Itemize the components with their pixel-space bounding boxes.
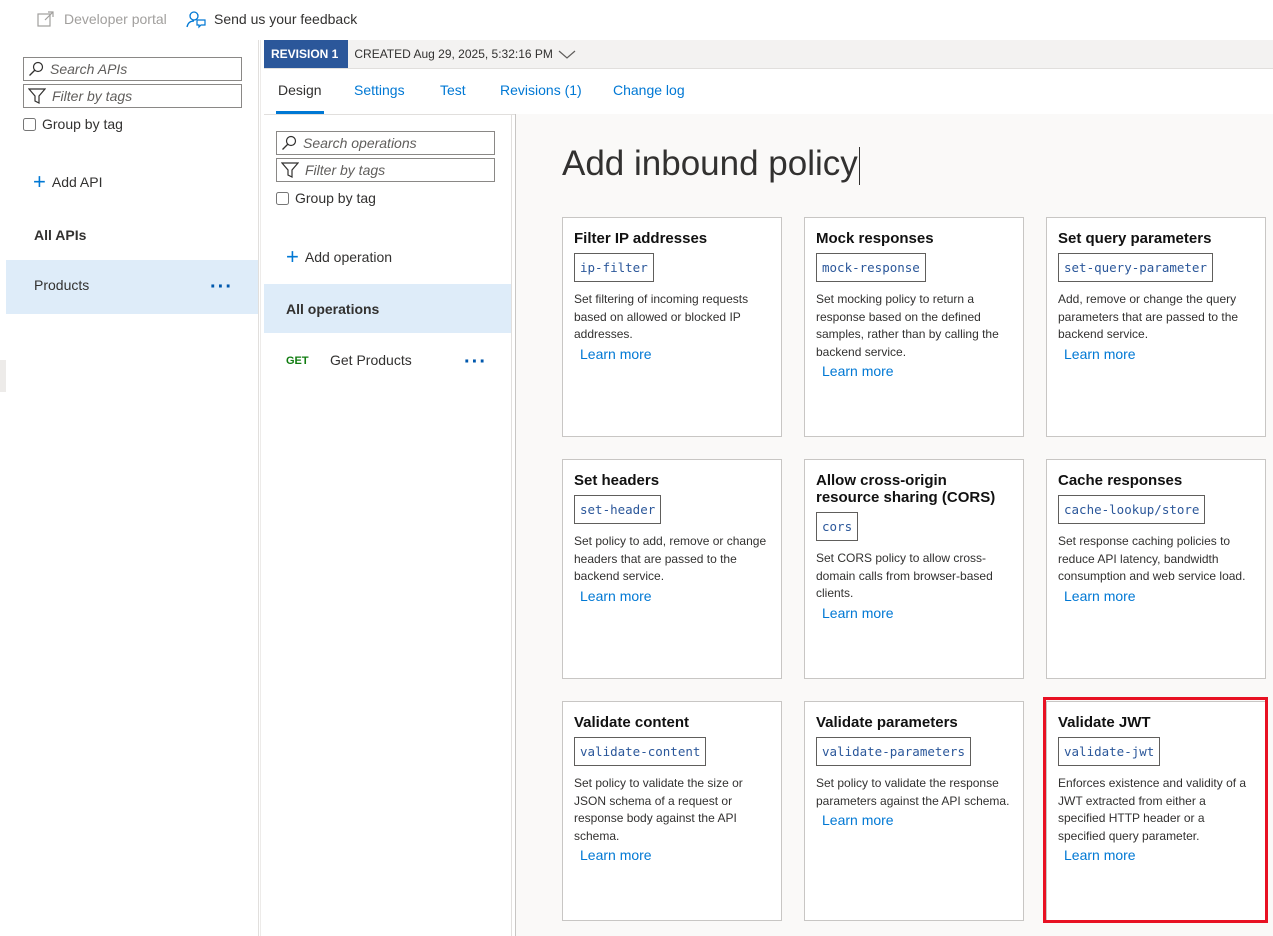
group-operations-checkbox-input[interactable] [276, 191, 289, 205]
policy-card-title: Set headers [574, 472, 660, 489]
search-operations-placeholder: Search operations [303, 135, 417, 151]
highlight-box [1043, 697, 1268, 923]
tab-test[interactable]: Test [440, 68, 466, 112]
learn-more-link[interactable]: Learn more [1064, 346, 1254, 362]
add-api-button[interactable]: + Add API [33, 171, 102, 193]
policy-card-code: set-query-parameter [1058, 253, 1213, 282]
policy-card-description: Set policy to validate the size or JSON … [574, 776, 743, 843]
feedback-label: Send us your feedback [214, 11, 358, 27]
api-list-item-products[interactable]: Products ··· [6, 260, 258, 314]
policy-card-title: Validate content [574, 714, 690, 731]
policy-card-description: Add, remove or change the query paramete… [1058, 292, 1239, 341]
group-operations-label: Group by tag [295, 190, 376, 206]
tab-settings[interactable]: Settings [354, 68, 405, 112]
page-title: Add inbound policy [562, 144, 860, 185]
policy-card-set-headers[interactable]: Set headers set-header Set policy to add… [562, 459, 782, 679]
revision-bar: REVISION 1 CREATED Aug 29, 2025, 5:32:16… [264, 40, 1273, 69]
feedback-icon [186, 11, 206, 29]
all-operations-label: All operations [286, 301, 380, 317]
learn-more-link[interactable]: Learn more [822, 812, 1012, 828]
add-operation-label: Add operation [304, 249, 393, 265]
policy-card-mock-responses[interactable]: Mock responses mock-response Set mocking… [804, 217, 1024, 437]
search-icon [282, 135, 297, 150]
filter-apis-placeholder: Filter by tags [52, 88, 133, 104]
policy-card-validate-parameters[interactable]: Validate parameters validate-parameters … [804, 701, 1024, 921]
policy-card-title: Mock responses [816, 230, 934, 247]
policy-card-cache-responses[interactable]: Cache responses cache-lookup/store Set r… [1046, 459, 1266, 679]
filter-icon [28, 88, 46, 104]
policy-card-description: Set policy to add, remove or change head… [574, 534, 767, 583]
search-icon [29, 61, 44, 76]
api-item-more-icon[interactable]: ··· [210, 276, 233, 299]
policy-card-filter-ip[interactable]: Filter IP addresses ip-filter Set filter… [562, 217, 782, 437]
policy-card-code: ip-filter [574, 253, 654, 282]
group-apis-checkbox-input[interactable] [23, 117, 36, 131]
policy-card-code: cache-lookup/store [1058, 495, 1206, 524]
policy-card-description: Set filtering of incoming requests based… [574, 292, 749, 341]
policy-card-set-query-parameters[interactable]: Set query parameters set-query-parameter… [1046, 217, 1266, 437]
revision-created: CREATED Aug 29, 2025, 5:32:16 PM [354, 47, 553, 61]
operation-more-icon[interactable]: ··· [464, 351, 487, 374]
policy-card-title: Allow cross-origin resource sharing (COR… [816, 472, 996, 506]
policy-card-code: cors [816, 512, 859, 541]
collapse-handle[interactable] [0, 360, 6, 392]
search-operations-input[interactable]: Search operations [276, 131, 495, 155]
learn-more-link[interactable]: Learn more [580, 588, 770, 604]
policy-card-cors[interactable]: Allow cross-origin resource sharing (COR… [804, 459, 1024, 679]
tab-design[interactable]: Design [276, 68, 324, 114]
policy-card-description: Set response caching policies to reduce … [1058, 534, 1246, 583]
policy-card-description: Set CORS policy to allow cross-domain ca… [816, 551, 993, 600]
filter-apis-by-tags-input[interactable]: Filter by tags [23, 84, 242, 108]
policy-card-code: mock-response [816, 253, 926, 282]
external-link-icon [37, 11, 54, 27]
developer-portal-label: Developer portal [64, 11, 167, 27]
filter-icon [281, 162, 299, 178]
policy-card-title: Set query parameters [1058, 230, 1212, 247]
tab-revisions[interactable]: Revisions (1) [500, 68, 582, 112]
developer-portal-link[interactable]: Developer portal [36, 0, 167, 38]
learn-more-link[interactable]: Learn more [1064, 588, 1254, 604]
search-apis-input[interactable]: Search APIs [23, 57, 242, 81]
top-toolbar: Developer portal Send us your feedback [0, 0, 1273, 38]
add-operation-button[interactable]: + Add operation [286, 246, 392, 268]
api-item-label: Products [34, 277, 90, 293]
learn-more-link[interactable]: Learn more [580, 847, 770, 863]
tab-bar: Design Settings Test Revisions (1) Chang… [264, 68, 1273, 115]
group-operations-by-tag-checkbox[interactable]: Group by tag [276, 190, 376, 206]
learn-more-link[interactable]: Learn more [580, 346, 770, 362]
learn-more-link[interactable]: Learn more [822, 363, 1012, 379]
policy-card-title: Filter IP addresses [574, 230, 708, 247]
policy-card-code: validate-parameters [816, 737, 971, 766]
http-method-badge: GET [286, 355, 309, 367]
operations-divider [511, 114, 512, 936]
page-title-text: Add inbound policy [562, 144, 858, 183]
tab-change-log[interactable]: Change log [613, 68, 685, 112]
plus-icon: + [286, 244, 299, 269]
add-api-label: Add API [51, 174, 103, 190]
revision-badge: REVISION 1 [264, 40, 349, 68]
chevron-down-icon[interactable] [557, 48, 577, 60]
policy-card-description: Set mocking policy to return a response … [816, 292, 999, 359]
search-apis-placeholder: Search APIs [50, 61, 128, 77]
text-cursor [858, 146, 860, 185]
panel-divider-2 [260, 40, 261, 936]
filter-operations-by-tags-input[interactable]: Filter by tags [276, 158, 495, 182]
plus-icon: + [33, 169, 46, 194]
all-apis-item[interactable]: All APIs [34, 227, 86, 243]
group-apis-label: Group by tag [42, 116, 123, 132]
feedback-button[interactable]: Send us your feedback [186, 0, 357, 38]
policy-card-code: set-header [574, 495, 662, 524]
policy-card-title: Validate parameters [816, 714, 958, 731]
filter-operations-placeholder: Filter by tags [305, 162, 386, 178]
operation-label: Get Products [330, 352, 412, 368]
group-apis-by-tag-checkbox[interactable]: Group by tag [23, 116, 123, 132]
operation-item-get-products[interactable]: GET Get Products ··· [264, 340, 511, 384]
policy-card-validate-content[interactable]: Validate content validate-content Set po… [562, 701, 782, 921]
policy-card-code: validate-content [574, 737, 707, 766]
panel-divider [258, 40, 259, 936]
policy-card-description: Set policy to validate the response para… [816, 776, 1010, 808]
policy-card-title: Cache responses [1058, 472, 1183, 489]
learn-more-link[interactable]: Learn more [822, 605, 1012, 621]
all-operations-item[interactable]: All operations [264, 284, 511, 333]
